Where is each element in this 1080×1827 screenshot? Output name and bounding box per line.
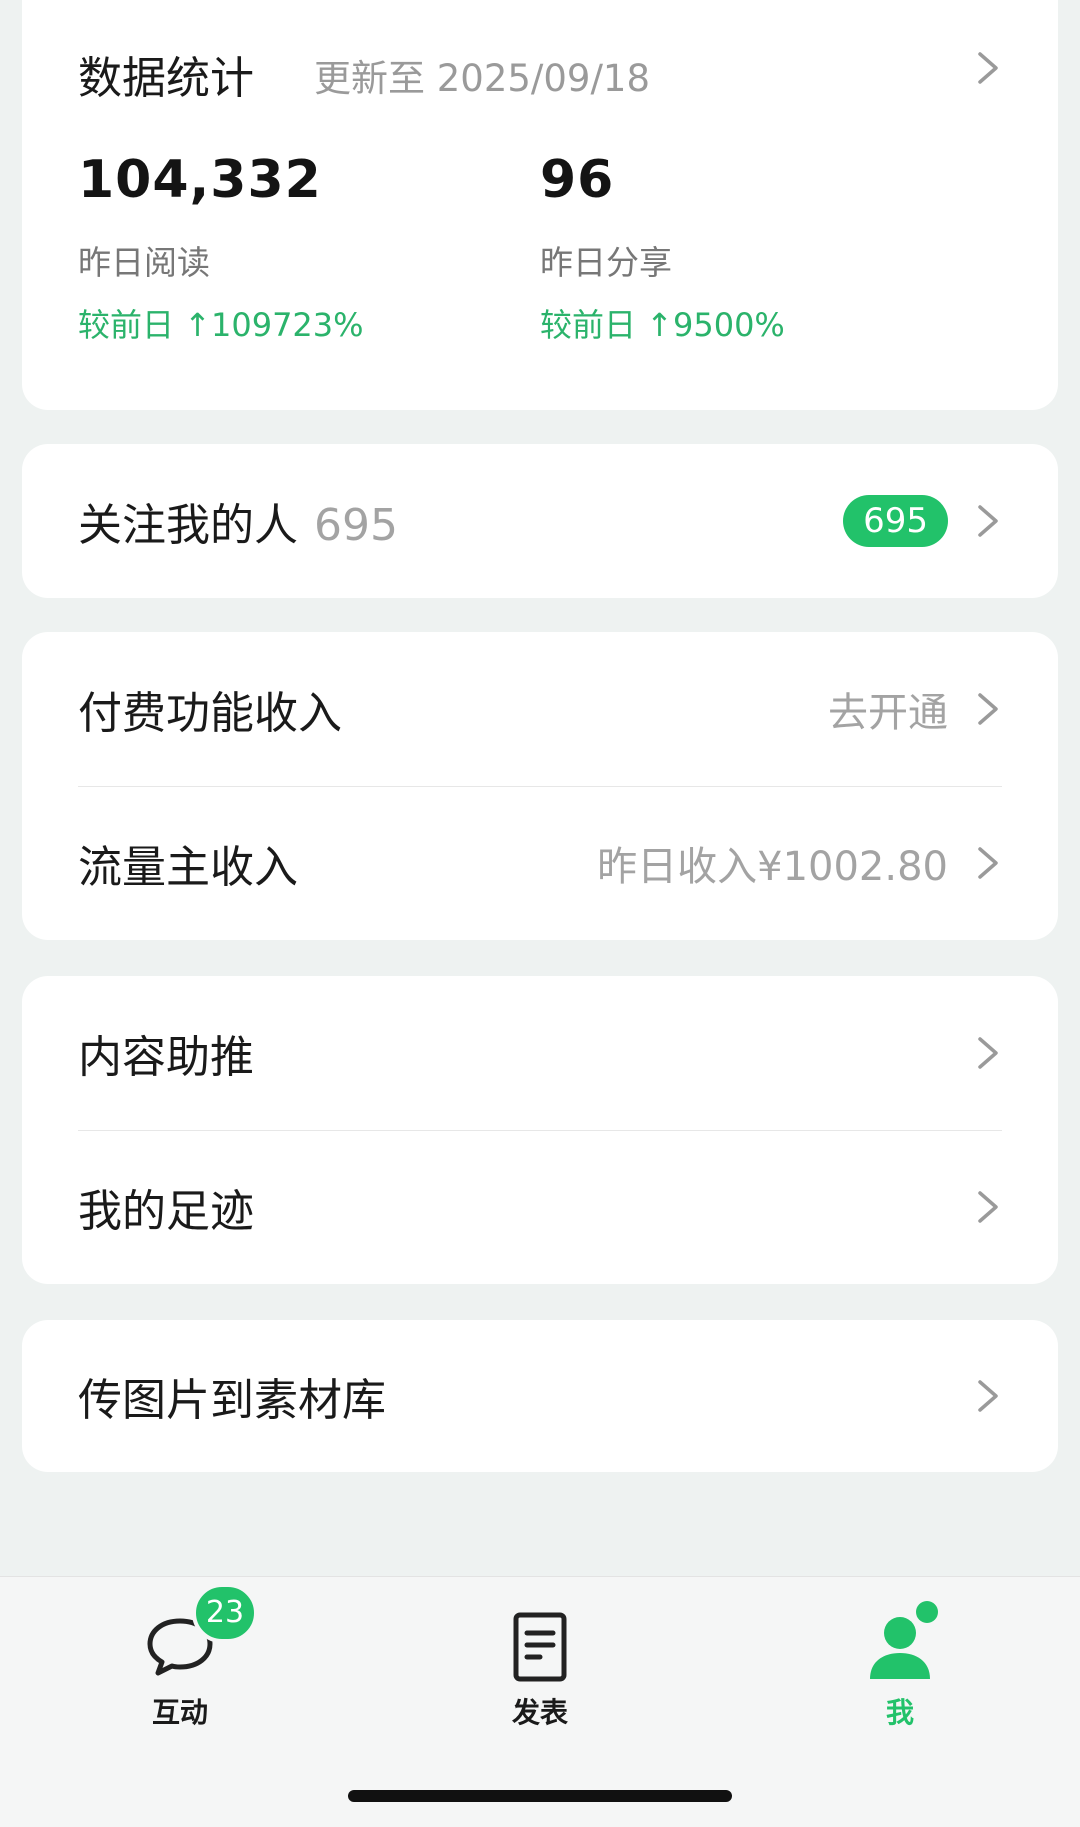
followers-badge: 695: [843, 495, 948, 547]
reads-value: 104,332: [78, 150, 322, 210]
reads-label: 昨日阅读: [78, 243, 210, 282]
ad-income-detail: 昨日收入¥1002.80: [597, 844, 948, 890]
upload-label: 传图片到素材库: [78, 1375, 386, 1426]
income-card: 付费功能收入 去开通 流量主收入 昨日收入¥1002.80: [22, 632, 1058, 940]
document-icon: [500, 1607, 580, 1687]
tab-me-label: 我: [885, 1696, 914, 1729]
shares-change: 较前日 ↑9500%: [540, 306, 785, 344]
stats-title: 数据统计: [78, 53, 254, 104]
footprint-row[interactable]: 我的足迹: [22, 1130, 1058, 1284]
tab-interact-label: 互动: [151, 1696, 208, 1729]
followers-label: 关注我的人: [78, 500, 298, 551]
footprint-label: 我的足迹: [78, 1186, 254, 1237]
followers-count: 695: [314, 500, 398, 551]
ad-income-row[interactable]: 流量主收入 昨日收入¥1002.80: [22, 786, 1058, 940]
chevron-right-icon[interactable]: [972, 1033, 1002, 1073]
shares-value: 96: [540, 150, 615, 210]
tools-card: 内容助推 我的足迹: [22, 976, 1058, 1284]
upload-card[interactable]: 传图片到素材库: [22, 1320, 1058, 1472]
promote-row[interactable]: 内容助推: [22, 976, 1058, 1130]
chevron-right-icon[interactable]: [972, 1187, 1002, 1227]
chat-bubble-icon: 23: [140, 1583, 258, 1687]
person-icon: [860, 1601, 940, 1687]
paid-income-row[interactable]: 付费功能收入 去开通: [22, 632, 1058, 786]
tab-publish[interactable]: 发表: [450, 1607, 630, 1731]
shares-label: 昨日分享: [540, 243, 672, 282]
chevron-right-icon[interactable]: [972, 501, 1002, 541]
chevron-right-icon[interactable]: [972, 48, 1002, 88]
paid-income-action[interactable]: 去开通: [828, 680, 948, 738]
followers-card[interactable]: 关注我的人 695 695: [22, 444, 1058, 598]
promote-label: 内容助推: [78, 1032, 254, 1083]
reads-change: 较前日 ↑109723%: [78, 306, 364, 344]
home-indicator: [348, 1790, 732, 1802]
stats-updated-date: 更新至 2025/09/18: [314, 57, 651, 100]
upload-row[interactable]: 传图片到素材库: [22, 1320, 1058, 1472]
tab-publish-label: 发表: [511, 1696, 568, 1729]
paid-income-label: 付费功能收入: [78, 688, 342, 739]
chevron-right-icon[interactable]: [972, 689, 1002, 729]
followers-row[interactable]: 关注我的人 695 695: [22, 444, 1058, 598]
followers-label-group: 关注我的人 695: [78, 489, 398, 553]
chevron-right-icon[interactable]: [972, 843, 1002, 883]
chevron-right-icon[interactable]: [972, 1376, 1002, 1416]
tab-me[interactable]: 我: [810, 1601, 990, 1731]
tab-interact[interactable]: 23 互动: [90, 1583, 270, 1731]
interact-badge: 23: [192, 1583, 258, 1643]
ad-income-label: 流量主收入: [78, 842, 298, 893]
notification-dot: [916, 1601, 938, 1623]
stats-card[interactable]: 数据统计 更新至 2025/09/18 104,332 昨日阅读 较前日 ↑10…: [22, 0, 1058, 410]
